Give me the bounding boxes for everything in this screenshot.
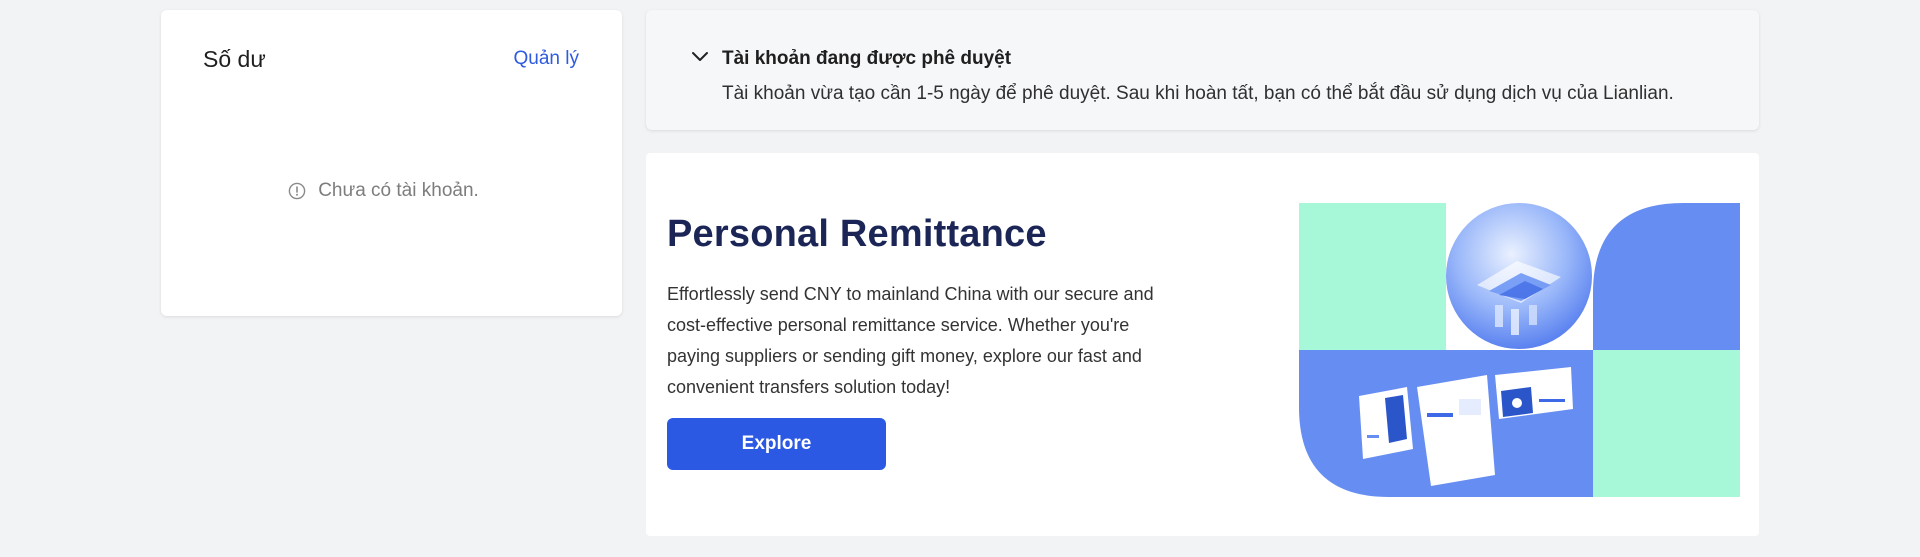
- approval-notice: Tài khoản đang được phê duyệt Tài khoản …: [646, 10, 1759, 130]
- balance-title: Số dư: [203, 46, 266, 72]
- explore-button[interactable]: Explore: [667, 418, 886, 470]
- mint-square-bottom: [1593, 350, 1740, 497]
- notice-title: Tài khoản đang được phê duyệt: [722, 48, 1012, 69]
- balance-card: Số dư Quản lý Chưa có tài khoản.: [161, 10, 622, 316]
- promo-description: Effortlessly send CNY to mainland China …: [667, 284, 1154, 397]
- info-circle-icon: [288, 182, 306, 200]
- promo-title: Personal Remittance: [667, 213, 1047, 255]
- empty-message: Chưa có tài khoản.: [318, 180, 479, 201]
- chevron-down-icon[interactable]: [691, 50, 709, 64]
- remittance-illustration: [1299, 203, 1740, 497]
- promo-card: Personal Remittance Effortlessly send CN…: [646, 153, 1759, 536]
- empty-state: Chưa có tài khoản.: [161, 180, 622, 202]
- notice-description: Tài khoản vừa tạo cần 1-5 ngày để phê du…: [722, 83, 1674, 104]
- manage-link[interactable]: Quản lý: [514, 48, 579, 70]
- mint-square-top: [1299, 203, 1446, 350]
